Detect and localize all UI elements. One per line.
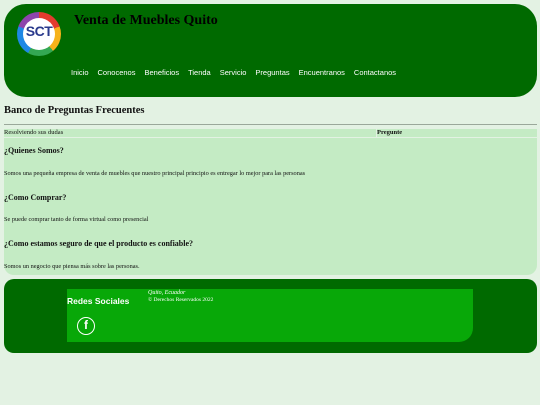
faq-table-header: Resolviendo sus dudas Pregunte xyxy=(4,129,537,137)
footer-location: Quito, Ecuador xyxy=(148,290,186,296)
divider xyxy=(4,124,537,125)
faq-answer-2: Se puede comprar tanto de forma virtual … xyxy=(4,216,149,223)
logo-text: SCT xyxy=(25,23,53,39)
sct-logo[interactable]: SCT xyxy=(17,12,61,56)
faq-answer-3: Somos un negocio que piensa más sobre la… xyxy=(4,263,140,270)
footer-copyright: © Derechos Reservados 2022 xyxy=(148,297,214,303)
site-title: Venta de Muebles Quito xyxy=(74,13,218,28)
header-cell-pregunte: Pregunte xyxy=(377,129,537,137)
social-title: Redes Sociales xyxy=(67,296,130,306)
main-nav: Inicio Conocenos Beneficios Tienda Servi… xyxy=(71,68,396,77)
faq-question-1: ¿Quienes Somos? xyxy=(4,146,64,155)
page-title: Banco de Preguntas Frecuentes xyxy=(4,105,145,116)
nav-preguntas[interactable]: Preguntas xyxy=(255,68,289,77)
nav-encuentranos[interactable]: Encuentranos xyxy=(299,68,345,77)
nav-beneficios[interactable]: Beneficios xyxy=(144,68,179,77)
faq-question-2: ¿Como Comprar? xyxy=(4,193,67,202)
nav-inicio[interactable]: Inicio xyxy=(71,68,89,77)
nav-conocenos[interactable]: Conocenos xyxy=(98,68,136,77)
faq-answer-1: Somos una pequeña empresa de venta de mu… xyxy=(4,170,306,177)
facebook-icon[interactable]: f xyxy=(77,317,95,335)
faq-question-3: ¿Como estamos seguro de que el producto … xyxy=(4,239,194,248)
nav-tienda[interactable]: Tienda xyxy=(188,68,211,77)
site-header: SCT Venta de Muebles Quito Inicio Conoce… xyxy=(4,4,537,97)
site-footer: Redes Sociales Quito, Ecuador © Derechos… xyxy=(4,279,537,353)
nav-contactanos[interactable]: Contactanos xyxy=(354,68,396,77)
footer-card: Redes Sociales Quito, Ecuador © Derechos… xyxy=(67,289,473,342)
header-cell-dudas: Resolviendo sus dudas xyxy=(4,129,376,137)
faq-list: ¿Quienes Somos? Somos una pequeña empres… xyxy=(4,138,537,275)
nav-servicio[interactable]: Servicio xyxy=(220,68,247,77)
